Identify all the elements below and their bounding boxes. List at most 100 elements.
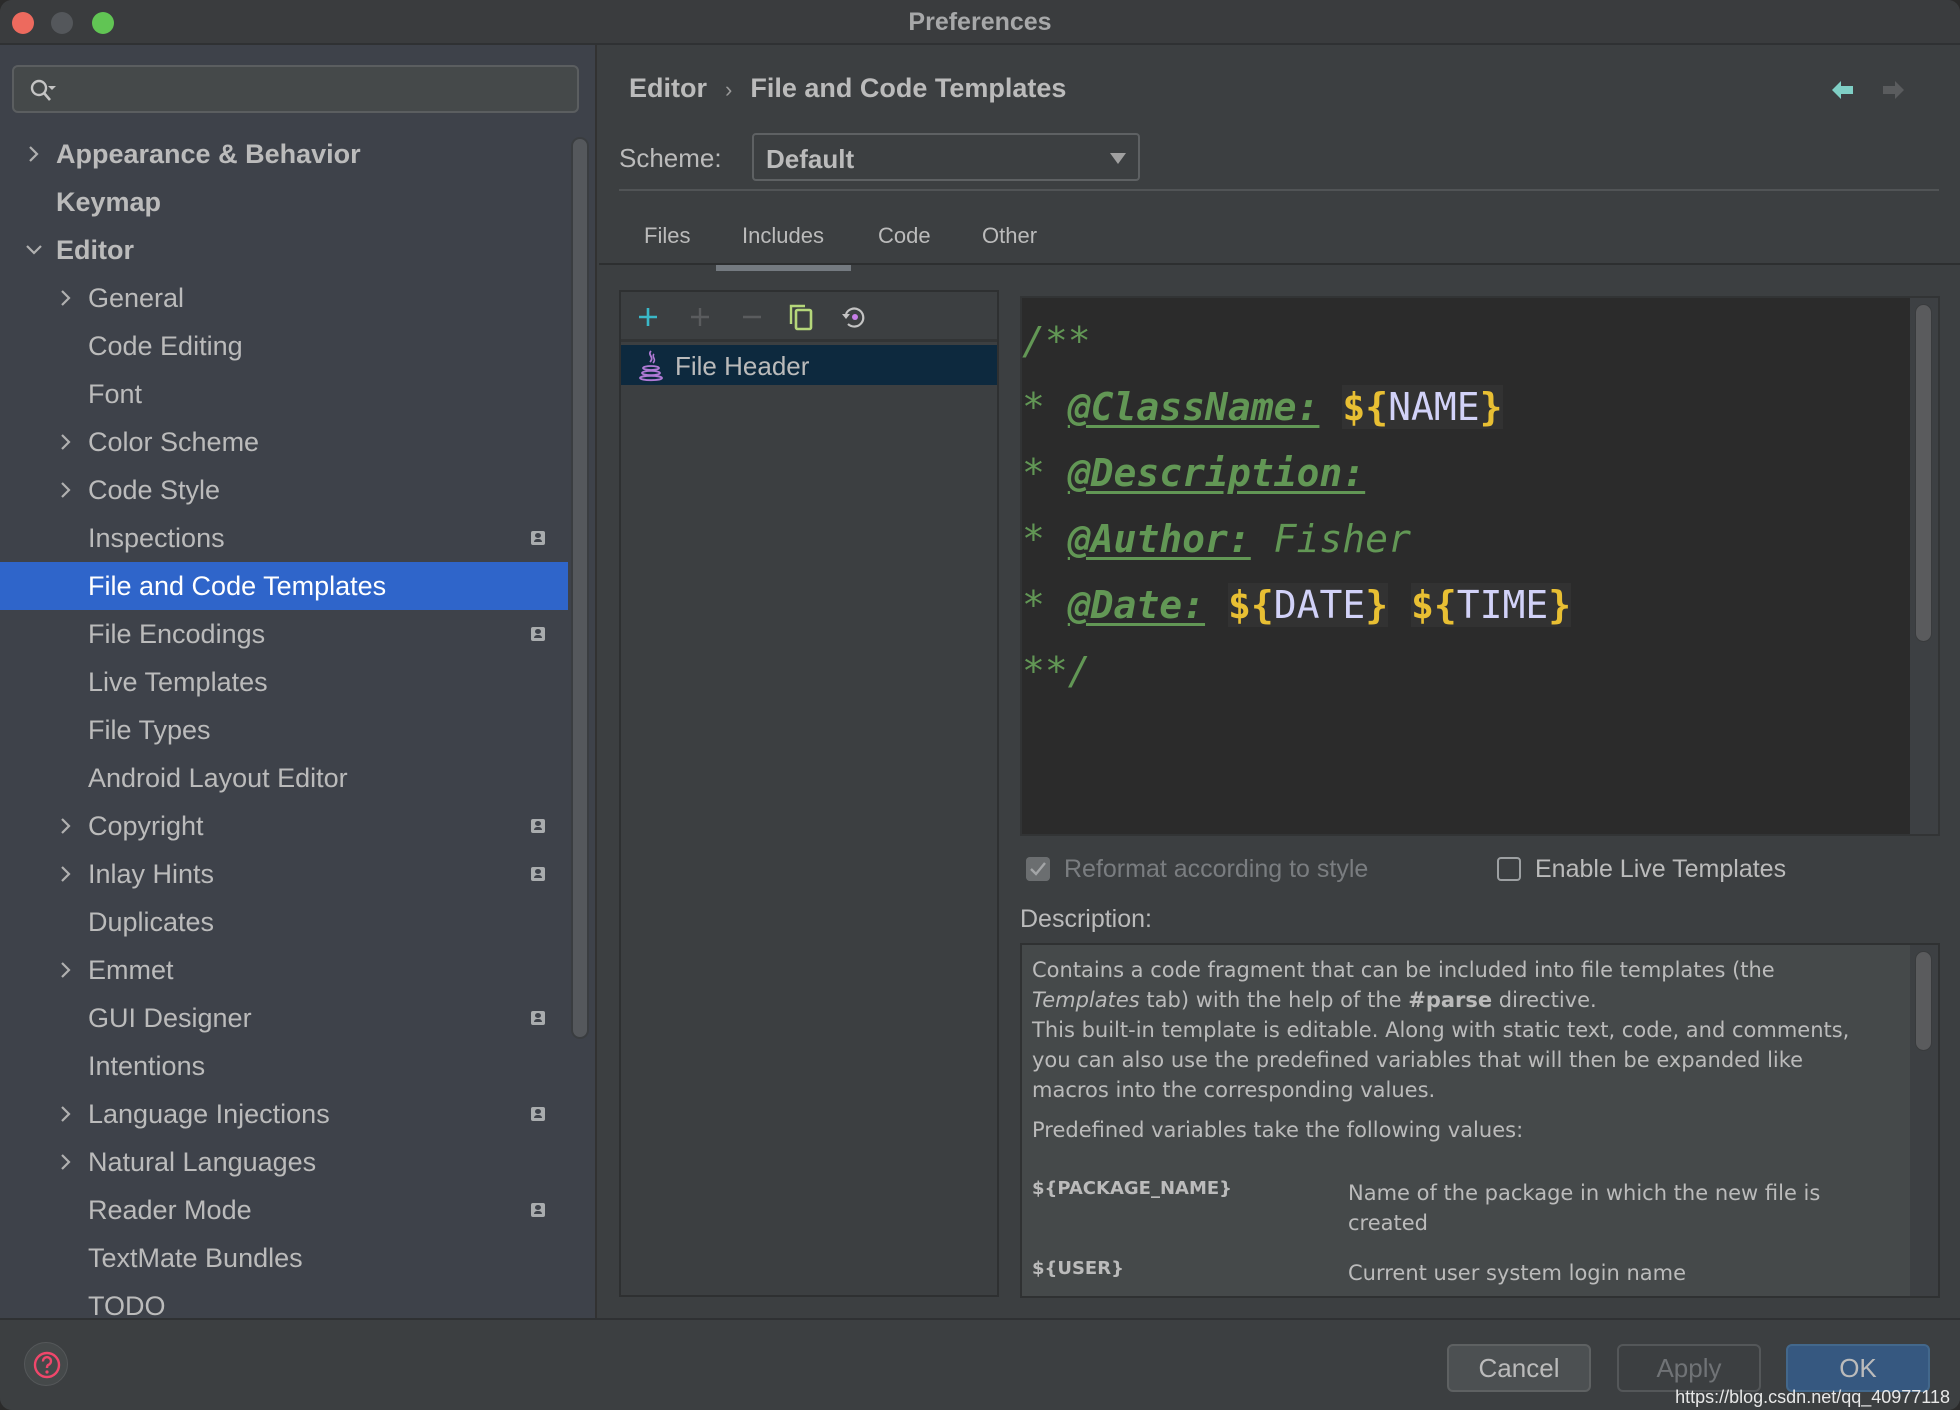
template-variable: ${NAME}: [1342, 385, 1503, 429]
description-scrollbar[interactable]: [1910, 945, 1938, 1296]
description-intro-end: directive.: [1492, 988, 1597, 1012]
breadcrumb-item-editor[interactable]: Editor: [629, 73, 707, 103]
chevron-down-icon[interactable]: [24, 240, 44, 260]
sidebar-item-label: Color Scheme: [88, 427, 260, 457]
template-editor[interactable]: /** * @ClassName: ${NAME} * @Description: *…: [1020, 296, 1940, 836]
variables-heading: Predefined variables take the following …: [1032, 1118, 1524, 1142]
reformat-label: Reformat according to style: [1064, 855, 1369, 883]
parse-directive: #parse: [1408, 988, 1493, 1012]
comment-text: *: [1022, 583, 1068, 627]
template-variable: ${DATE}: [1227, 583, 1389, 627]
chevron-right-icon[interactable]: [56, 816, 76, 836]
chevron-right-icon[interactable]: [56, 960, 76, 980]
sidebar-item-emmet[interactable]: Emmet: [0, 946, 570, 994]
sidebar-scrollbar[interactable]: [571, 137, 589, 1039]
forward-arrow-icon[interactable]: [1882, 79, 1904, 101]
breadcrumb-separator-icon: ›: [725, 77, 733, 102]
sidebar-item-label: TextMate Bundles: [88, 1243, 303, 1273]
search-field[interactable]: [66, 73, 566, 105]
help-button[interactable]: [24, 1342, 68, 1386]
chevron-right-icon[interactable]: [24, 144, 44, 164]
search-icon[interactable]: [28, 77, 58, 105]
reset-icon[interactable]: [839, 302, 869, 332]
sidebar-item-intentions[interactable]: Intentions: [0, 1042, 570, 1090]
sidebar-item-textmate-bundles[interactable]: TextMate Bundles: [0, 1234, 570, 1282]
sidebar-item-label: File and Code Templates: [88, 571, 387, 601]
code-line: * @ClassName: ${NAME}: [1022, 374, 1571, 440]
chevron-right-icon[interactable]: [56, 864, 76, 884]
tab-other[interactable]: Other: [982, 223, 1037, 263]
sidebar-item-editor[interactable]: Editor: [0, 226, 570, 274]
sidebar-item-reader-mode[interactable]: Reader Mode: [0, 1186, 570, 1234]
sidebar-item-code-editing[interactable]: Code Editing: [0, 322, 570, 370]
ok-button[interactable]: OK: [1786, 1344, 1930, 1392]
sidebar-item-file-encodings[interactable]: File Encodings: [0, 610, 570, 658]
variable-desc: Current user system login name: [1348, 1261, 1687, 1285]
sidebar-item-duplicates[interactable]: Duplicates: [0, 898, 570, 946]
sidebar-item-label: Intentions: [88, 1051, 206, 1081]
sidebar-item-inlay-hints[interactable]: Inlay Hints: [0, 850, 570, 898]
sidebar-item-label: Code Style: [88, 475, 221, 505]
sidebar-item-appearance-behavior[interactable]: Appearance & Behavior: [0, 130, 570, 178]
chevron-right-icon[interactable]: [56, 1104, 76, 1124]
scheme-dropdown[interactable]: Default: [752, 133, 1140, 181]
chevron-right-icon[interactable]: [56, 480, 76, 500]
scheme-label: Scheme:: [619, 143, 722, 173]
variable-desc: Name of the package in which the new fil…: [1348, 1181, 1821, 1235]
template-tabs: Files Includes Code Other: [599, 215, 1960, 271]
code-line: **/: [1022, 638, 1571, 704]
project-level-icon: [531, 819, 545, 833]
sidebar-item-inspections[interactable]: Inspections: [0, 514, 570, 562]
cancel-button[interactable]: Cancel: [1447, 1344, 1591, 1392]
sidebar-item-file-and-code-templates[interactable]: File and Code Templates: [0, 562, 568, 610]
apply-button[interactable]: Apply: [1617, 1344, 1761, 1392]
remove-icon[interactable]: [737, 302, 767, 332]
variable-name: ${USER}: [1032, 1258, 1124, 1279]
chevron-right-icon[interactable]: [56, 288, 76, 308]
breadcrumb-item-current: File and Code Templates: [750, 73, 1067, 103]
back-arrow-icon[interactable]: [1832, 79, 1854, 101]
sidebar-item-natural-languages[interactable]: Natural Languages: [0, 1138, 570, 1186]
comment-text: [1205, 583, 1228, 627]
sidebar-item-code-style[interactable]: Code Style: [0, 466, 570, 514]
sidebar-item-general[interactable]: General: [0, 274, 570, 322]
sidebar-item-label: Inspections: [88, 523, 225, 553]
sidebar-item-label: Duplicates: [88, 907, 215, 937]
chevron-right-icon[interactable]: [56, 1152, 76, 1172]
code-line: * @Description:: [1022, 440, 1571, 506]
tab-files[interactable]: Files: [644, 223, 690, 263]
window-title: Preferences: [908, 8, 1052, 36]
chevron-right-icon[interactable]: [56, 432, 76, 452]
sidebar-item-live-templates[interactable]: Live Templates: [0, 658, 570, 706]
template-item[interactable]: File Header: [621, 345, 997, 385]
description-scrollbar-thumb[interactable]: [1915, 951, 1932, 1051]
comment-text: [1319, 385, 1342, 429]
sidebar-item-keymap[interactable]: Keymap: [0, 178, 570, 226]
editor-scrollbar[interactable]: [1910, 298, 1938, 834]
add-child-icon[interactable]: [685, 302, 715, 332]
comment-text: *: [1022, 517, 1068, 561]
sidebar-item-label: Copyright: [88, 811, 204, 841]
sidebar-item-label: File Encodings: [88, 619, 266, 649]
sidebar-item-label: Android Layout Editor: [88, 763, 348, 793]
sidebar-item-android-layout-editor[interactable]: Android Layout Editor: [0, 754, 570, 802]
sidebar-item-gui-designer[interactable]: GUI Designer: [0, 994, 570, 1042]
editor-scrollbar-thumb[interactable]: [1915, 304, 1932, 642]
sidebar-item-color-scheme[interactable]: Color Scheme: [0, 418, 570, 466]
settings-search-input[interactable]: [12, 65, 579, 113]
add-icon[interactable]: [633, 302, 663, 332]
sidebar-item-language-injections[interactable]: Language Injections: [0, 1090, 570, 1138]
comment-text: Fisher: [1250, 517, 1411, 561]
breadcrumb: Editor › File and Code Templates: [629, 73, 1066, 104]
tab-code[interactable]: Code: [878, 223, 931, 263]
title-bar: Preferences: [0, 0, 1960, 45]
template-code[interactable]: /** * @ClassName: ${NAME} * @Description: *…: [1022, 308, 1572, 704]
sidebar-item-font[interactable]: Font: [0, 370, 570, 418]
copy-icon[interactable]: [787, 302, 817, 332]
project-level-icon: [531, 1107, 545, 1121]
preferences-window: Preferences Appearance & Behavior Keymap E…: [0, 0, 1960, 1410]
tab-includes[interactable]: Includes: [716, 223, 851, 271]
sidebar-item-copyright[interactable]: Copyright: [0, 802, 570, 850]
sidebar-item-file-types[interactable]: File Types: [0, 706, 570, 754]
dialog-footer: Cancel Apply OK https://blog.csdn.net/qq…: [0, 1318, 1960, 1410]
